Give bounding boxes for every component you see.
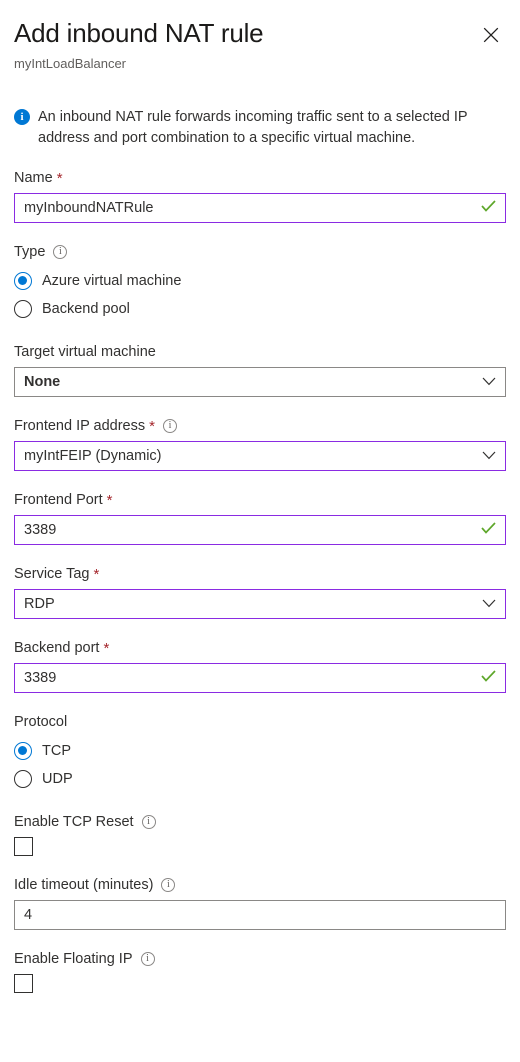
floating-ip-label-text: Enable Floating IP [14,951,133,967]
protocol-label: Protocol [14,713,506,731]
required-asterisk: * [56,169,63,187]
service-tag-select[interactable]: RDP [14,589,506,619]
close-button[interactable] [476,20,506,50]
idle-timeout-value: 4 [24,907,33,923]
chevron-down-icon [482,374,496,390]
close-icon [483,27,499,43]
radio-azure-virtual-machine[interactable]: Azure virtual machine [14,267,506,295]
chevron-down-icon [482,448,496,464]
validation-check-icon [481,200,496,217]
type-label-text: Type [14,244,46,260]
frontend-ip-select[interactable]: myIntFEIP (Dynamic) [14,441,506,471]
floating-ip-label: Enable Floating IP i [14,950,506,968]
protocol-label-text: Protocol [14,714,68,730]
info-icon[interactable]: i [161,878,176,892]
tcp-reset-label-text: Enable TCP Reset [14,814,134,830]
page-title: Add inbound NAT rule [14,18,264,48]
radio-indicator [14,742,32,760]
name-input-value: myInboundNATRule [24,200,154,216]
target-vm-select[interactable]: None [14,367,506,397]
radio-label: UDP [42,771,73,787]
service-tag-label-text: Service Tag [14,566,90,582]
validation-check-icon [481,522,496,539]
backend-port-value: 3389 [24,670,57,686]
frontend-port-value: 3389 [24,522,57,538]
backend-port-label-text: Backend port [14,640,100,656]
type-radio-group: Azure virtual machine Backend pool [14,267,506,323]
frontend-port-input[interactable]: 3389 [14,515,506,545]
frontend-port-label-text: Frontend Port [14,492,103,508]
type-label: Type i [14,243,506,261]
service-tag-label: Service Tag * [14,565,506,583]
radio-label: TCP [42,743,71,759]
chevron-down-icon [482,596,496,612]
radio-tcp[interactable]: TCP [14,737,506,765]
field-name: Name * myInboundNATRule [14,169,506,223]
required-asterisk: * [103,639,110,657]
idle-timeout-label-text: Idle timeout (minutes) [14,877,154,893]
idle-timeout-input[interactable]: 4 [14,900,506,930]
field-backend-port: Backend port * 3389 [14,639,506,693]
field-frontend-ip-address: Frontend IP address * i myIntFEIP (Dynam… [14,417,506,471]
service-tag-value: RDP [24,596,55,612]
frontend-ip-value: myIntFEIP (Dynamic) [24,448,162,464]
info-icon[interactable]: i [162,419,177,433]
add-inbound-nat-rule-panel: Add inbound NAT rule myIntLoadBalancer i… [0,0,520,993]
info-banner: i An inbound NAT rule forwards incoming … [14,107,506,149]
radio-indicator [14,272,32,290]
frontend-port-label: Frontend Port * [14,491,506,509]
target-vm-label-text: Target virtual machine [14,344,156,360]
radio-label: Azure virtual machine [42,273,182,289]
field-enable-tcp-reset: Enable TCP Reset i [14,813,506,856]
panel-subtitle: myIntLoadBalancer [14,56,127,71]
field-frontend-port: Frontend Port * 3389 [14,491,506,545]
tcp-reset-label: Enable TCP Reset i [14,813,506,831]
field-enable-floating-ip: Enable Floating IP i [14,950,506,993]
radio-backend-pool[interactable]: Backend pool [14,295,506,323]
panel-header: Add inbound NAT rule myIntLoadBalancer [14,14,506,72]
tcp-reset-checkbox[interactable] [14,837,33,856]
name-label: Name * [14,169,506,187]
target-vm-label: Target virtual machine [14,343,506,361]
info-filled-icon: i [14,109,30,125]
validation-check-icon [481,670,496,687]
field-idle-timeout: Idle timeout (minutes) i 4 [14,876,506,930]
backend-port-input[interactable]: 3389 [14,663,506,693]
info-icon[interactable]: i [140,952,155,966]
field-target-virtual-machine: Target virtual machine None [14,343,506,397]
field-protocol: Protocol TCP UDP [14,713,506,793]
target-vm-value: None [24,374,61,390]
field-service-tag: Service Tag * RDP [14,565,506,619]
required-asterisk: * [149,417,155,435]
required-asterisk: * [106,491,113,509]
name-label-text: Name [14,170,53,186]
radio-label: Backend pool [42,301,130,317]
info-icon[interactable]: i [141,815,156,829]
floating-ip-checkbox[interactable] [14,974,33,993]
field-type: Type i Azure virtual machine Backend poo… [14,243,506,323]
backend-port-label: Backend port * [14,639,506,657]
idle-timeout-label: Idle timeout (minutes) i [14,876,506,894]
radio-indicator [14,770,32,788]
frontend-ip-label-text: Frontend IP address [14,418,146,434]
frontend-ip-label: Frontend IP address * i [14,417,506,435]
info-icon[interactable]: i [53,245,68,259]
protocol-radio-group: TCP UDP [14,737,506,793]
radio-indicator [14,300,32,318]
info-banner-text: An inbound NAT rule forwards incoming tr… [38,109,468,146]
name-input[interactable]: myInboundNATRule [14,193,506,223]
required-asterisk: * [93,565,100,583]
radio-udp[interactable]: UDP [14,765,506,793]
